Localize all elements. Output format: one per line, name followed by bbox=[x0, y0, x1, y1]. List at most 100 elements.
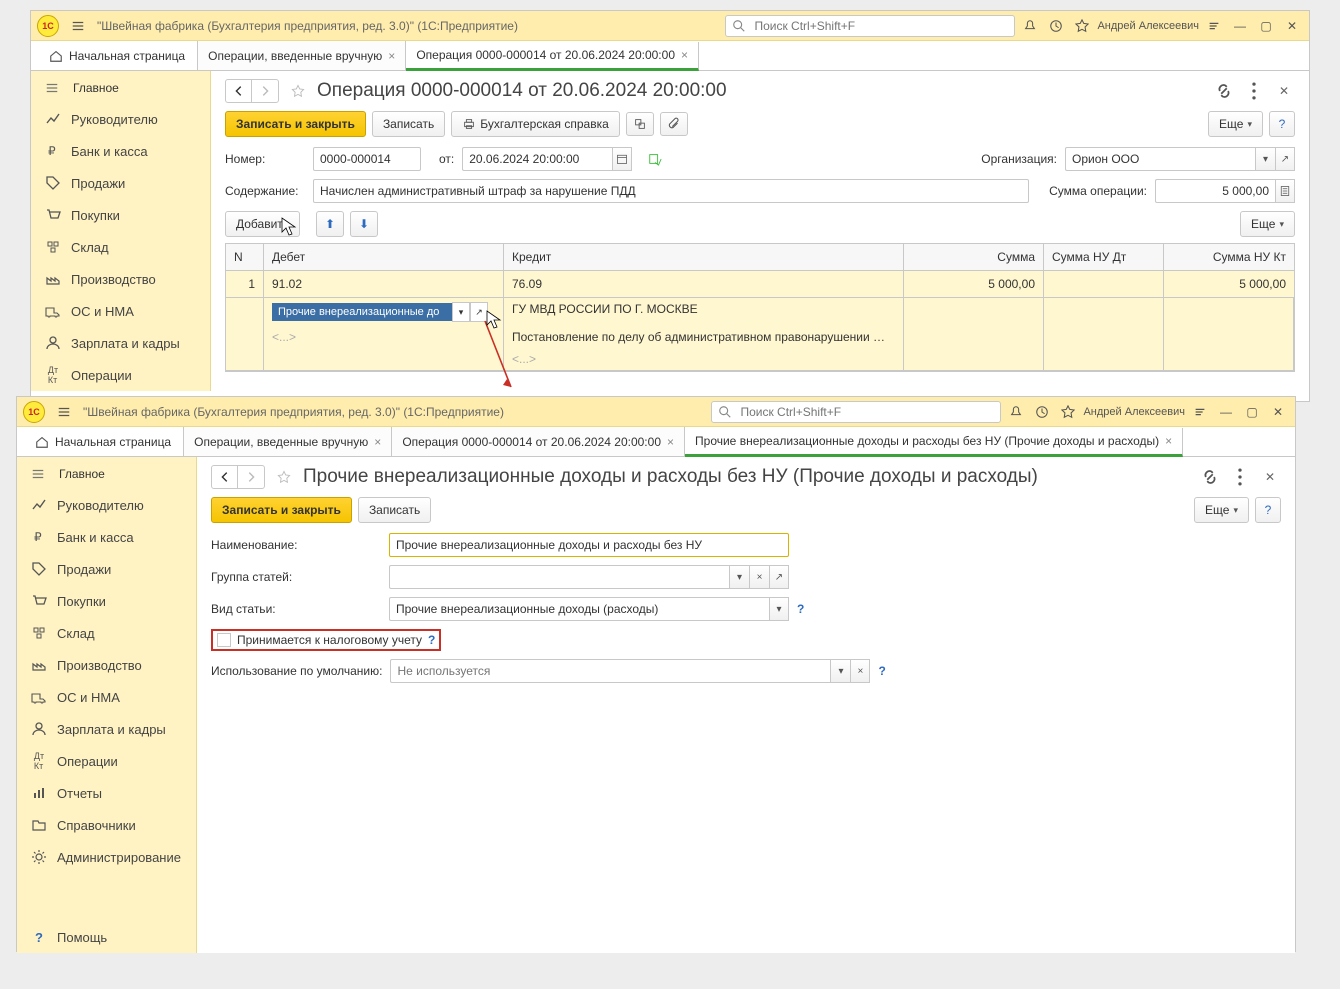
cell-credit-empty[interactable]: <...> bbox=[504, 348, 904, 370]
sidebar-item-os-nma[interactable]: ОС и НМА bbox=[31, 295, 210, 327]
clear-icon[interactable]: × bbox=[850, 659, 870, 683]
user-label[interactable]: Андрей Алексеевич bbox=[1083, 406, 1185, 418]
kind-combo[interactable]: ▾ bbox=[389, 597, 789, 621]
sidebar-item-bank[interactable]: ₽Банк и касса bbox=[31, 135, 210, 167]
related-docs-button[interactable] bbox=[626, 112, 654, 136]
star-icon[interactable] bbox=[1057, 401, 1079, 423]
date-combo[interactable] bbox=[462, 147, 632, 171]
close-form-button[interactable]: ✕ bbox=[1273, 80, 1295, 102]
search-box[interactable] bbox=[725, 15, 1015, 37]
link-icon[interactable] bbox=[1199, 466, 1221, 488]
content-input[interactable] bbox=[313, 179, 1029, 203]
sidebar-item-operations[interactable]: ДтКтОперации bbox=[17, 745, 196, 777]
minimize-button[interactable]: — bbox=[1229, 15, 1251, 37]
sidebar-item-main[interactable]: Главное bbox=[59, 467, 105, 481]
menu-lines-icon[interactable] bbox=[1189, 401, 1211, 423]
home-tab[interactable]: Начальная страница bbox=[37, 41, 198, 70]
sidebar-item-production[interactable]: Производство bbox=[31, 263, 210, 295]
number-input[interactable] bbox=[313, 147, 421, 171]
maximize-button[interactable]: ▢ bbox=[1241, 401, 1263, 423]
organization-combo[interactable]: ▾ ↗ bbox=[1065, 147, 1295, 171]
link-icon[interactable] bbox=[1213, 80, 1235, 102]
menu-lines-icon[interactable] bbox=[1203, 15, 1225, 37]
sidebar-item-bank[interactable]: ₽Банк и касса bbox=[17, 521, 196, 553]
sidebar-item-operations[interactable]: ДтКтОперации bbox=[31, 359, 210, 391]
post-document-icon[interactable] bbox=[644, 148, 666, 170]
sidebar-item-admin[interactable]: Администрирование bbox=[17, 841, 196, 873]
name-input[interactable] bbox=[389, 533, 789, 557]
tab-operation-document[interactable]: Операция 0000-000014 от 20.06.2024 20:00… bbox=[406, 42, 699, 71]
save-and-close-button[interactable]: Записать и закрыть bbox=[225, 111, 366, 137]
attach-button[interactable] bbox=[660, 112, 688, 136]
group-combo[interactable]: ▾ × ↗ bbox=[389, 565, 789, 589]
sidebar-item-stock[interactable]: Склад bbox=[17, 617, 196, 649]
help-button[interactable]: ? bbox=[1255, 497, 1281, 523]
print-reference-button[interactable]: Бухгалтерская справка bbox=[451, 111, 620, 137]
help-hint-icon[interactable]: ? bbox=[878, 664, 885, 678]
more-button[interactable]: Еще ▾ bbox=[1194, 497, 1249, 523]
sidebar-item-ref[interactable]: Справочники bbox=[17, 809, 196, 841]
clear-icon[interactable]: × bbox=[749, 565, 769, 589]
star-outline-icon[interactable] bbox=[273, 466, 295, 488]
cell-nukt[interactable]: 5 000,00 bbox=[1164, 271, 1294, 297]
close-tab-icon[interactable]: × bbox=[667, 435, 674, 449]
sidebar-item-sales[interactable]: Продажи bbox=[31, 167, 210, 199]
history-icon[interactable] bbox=[1031, 401, 1053, 423]
close-tab-icon[interactable]: × bbox=[374, 435, 381, 449]
sidebar-item-manager[interactable]: Руководителю bbox=[17, 489, 196, 521]
sidebar-item-salary[interactable]: Зарплата и кадры bbox=[31, 327, 210, 359]
move-up-button[interactable]: ⬆ bbox=[316, 211, 344, 237]
close-form-button[interactable]: ✕ bbox=[1259, 466, 1281, 488]
dropdown-icon[interactable]: ▾ bbox=[769, 597, 789, 621]
sidebar-burger-icon[interactable] bbox=[41, 77, 63, 99]
help-hint-icon[interactable]: ? bbox=[428, 633, 435, 647]
back-button[interactable] bbox=[212, 466, 238, 488]
open-icon[interactable]: ↗ bbox=[1275, 147, 1295, 171]
cell-debit-account[interactable]: 91.02 bbox=[264, 271, 504, 297]
dropdown-icon[interactable]: ▾ bbox=[452, 302, 470, 322]
add-row-button[interactable]: Добавить bbox=[225, 211, 300, 237]
help-button[interactable]: ? bbox=[1269, 111, 1295, 137]
calendar-icon[interactable] bbox=[612, 147, 632, 171]
bell-icon[interactable] bbox=[1019, 15, 1041, 37]
sidebar-burger-icon[interactable] bbox=[27, 463, 49, 485]
sidebar-item-help[interactable]: ?Помощь bbox=[17, 921, 196, 953]
tab-operations-manual[interactable]: Операции, введенные вручную× bbox=[184, 427, 392, 456]
cell-sum[interactable]: 5 000,00 bbox=[904, 271, 1044, 297]
cell-debit-subconto[interactable]: Прочие внереализационные до ▾ ↗ bbox=[264, 298, 504, 326]
open-ref-icon[interactable]: ↗ bbox=[470, 302, 488, 322]
sidebar-item-purchases[interactable]: Покупки bbox=[31, 199, 210, 231]
search-input[interactable] bbox=[752, 18, 1008, 34]
search-input[interactable] bbox=[738, 404, 994, 420]
sum-input[interactable] bbox=[1155, 179, 1275, 203]
maximize-button[interactable]: ▢ bbox=[1255, 15, 1277, 37]
sidebar-item-reports[interactable]: Отчеты bbox=[17, 777, 196, 809]
close-tab-icon[interactable]: × bbox=[1165, 434, 1172, 448]
move-down-button[interactable]: ⬇ bbox=[350, 211, 378, 237]
sidebar-item-stock[interactable]: Склад bbox=[31, 231, 210, 263]
sidebar-item-main[interactable]: Главное bbox=[73, 81, 119, 95]
tab-other-income-item[interactable]: Прочие внереализационные доходы и расход… bbox=[685, 428, 1183, 457]
forward-button[interactable] bbox=[238, 466, 264, 488]
minimize-button[interactable]: — bbox=[1215, 401, 1237, 423]
star-outline-icon[interactable] bbox=[287, 80, 309, 102]
cell-credit-subconto2[interactable]: Постановление по делу об административно… bbox=[504, 326, 904, 348]
default-usage-combo[interactable]: ▾ × bbox=[390, 659, 870, 683]
close-window-button[interactable]: ✕ bbox=[1281, 15, 1303, 37]
star-icon[interactable] bbox=[1071, 15, 1093, 37]
kind-input[interactable] bbox=[389, 597, 769, 621]
group-input[interactable] bbox=[389, 565, 729, 589]
close-tab-icon[interactable]: × bbox=[681, 48, 688, 62]
open-icon[interactable]: ↗ bbox=[769, 565, 789, 589]
burger-menu-icon[interactable] bbox=[67, 15, 89, 37]
help-hint-icon[interactable]: ? bbox=[797, 602, 804, 616]
dropdown-icon[interactable]: ▾ bbox=[729, 565, 749, 589]
forward-button[interactable] bbox=[252, 80, 278, 102]
sidebar-item-sales[interactable]: Продажи bbox=[17, 553, 196, 585]
tab-operation-document[interactable]: Операция 0000-000014 от 20.06.2024 20:00… bbox=[392, 427, 685, 456]
calc-icon[interactable] bbox=[1275, 179, 1295, 203]
more-vertical-icon[interactable] bbox=[1229, 466, 1251, 488]
sidebar-item-salary[interactable]: Зарплата и кадры bbox=[17, 713, 196, 745]
sidebar-item-os-nma[interactable]: ОС и НМА bbox=[17, 681, 196, 713]
save-and-close-button[interactable]: Записать и закрыть bbox=[211, 497, 352, 523]
